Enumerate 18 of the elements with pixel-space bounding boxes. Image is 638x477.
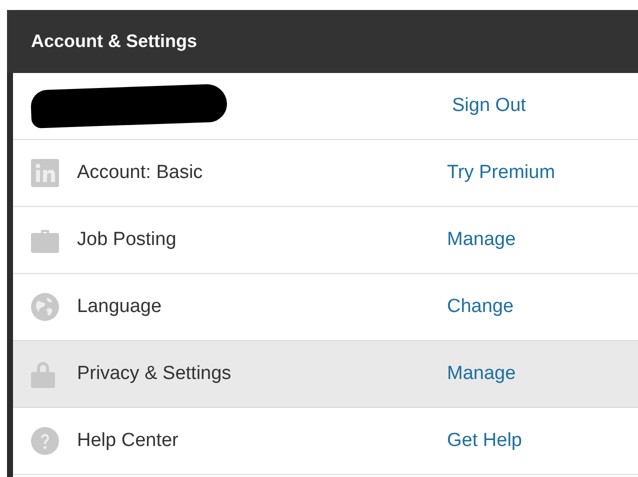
row-label: Privacy & Settings bbox=[77, 363, 232, 385]
row-label: Job Posting bbox=[77, 229, 178, 251]
panel-title: Account & Settings bbox=[31, 31, 198, 52]
row-label: Account: Basic bbox=[77, 162, 204, 184]
help-icon bbox=[31, 427, 59, 455]
action-link[interactable]: Try Premium bbox=[447, 162, 556, 184]
action-link[interactable]: Manage bbox=[447, 363, 516, 385]
action-link[interactable]: Get Help bbox=[447, 430, 522, 452]
action-link[interactable]: Manage bbox=[447, 229, 516, 251]
row-label: Help Center bbox=[77, 430, 180, 452]
action-link[interactable]: Change bbox=[447, 296, 514, 318]
briefcase-icon bbox=[31, 227, 59, 253]
action-link[interactable]: Sign Out bbox=[452, 95, 526, 117]
lock-icon bbox=[31, 360, 55, 388]
globe-icon bbox=[31, 293, 59, 321]
in-logo-icon bbox=[31, 159, 59, 187]
menu-row[interactable]: Privacy & Settings Manage bbox=[13, 341, 638, 408]
row-label: Language bbox=[77, 296, 163, 318]
